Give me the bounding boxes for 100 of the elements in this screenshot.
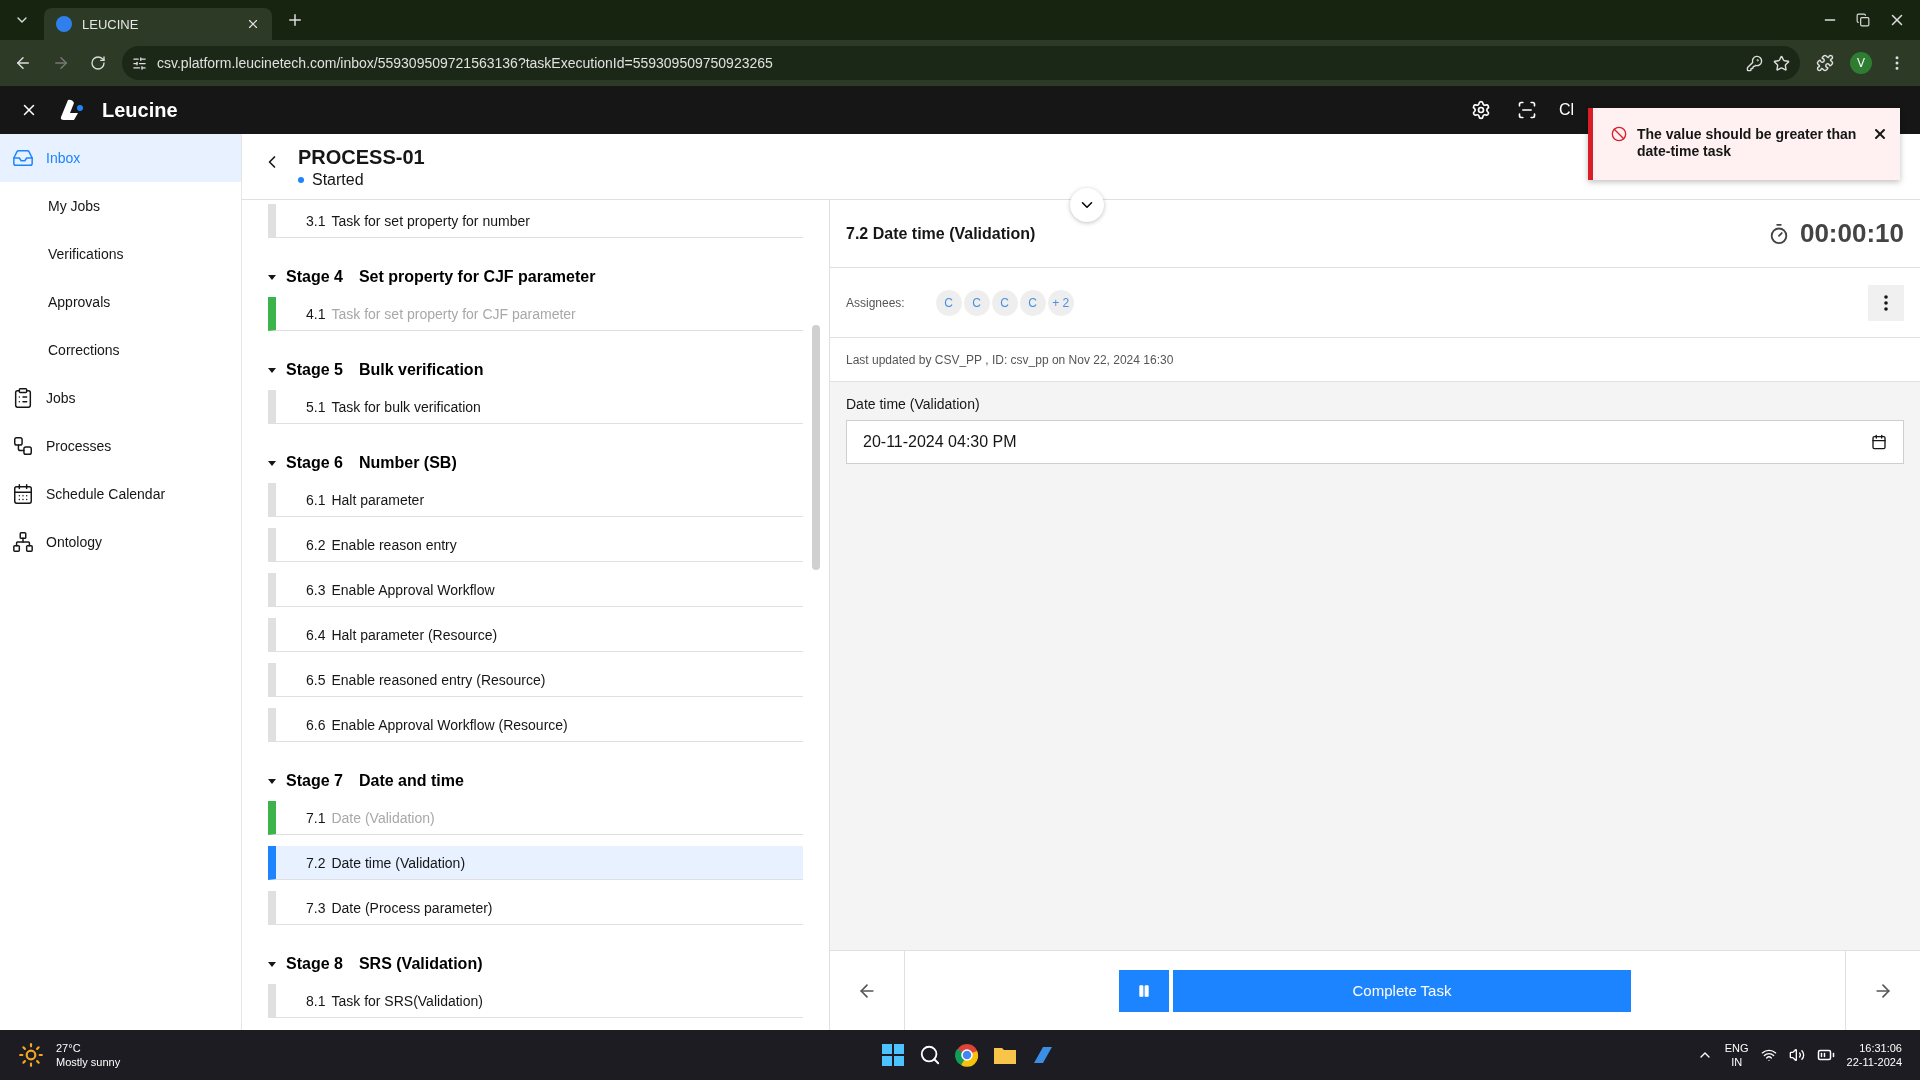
caret-icon[interactable]	[268, 778, 276, 784]
task-name: Halt parameter (Resource)	[331, 626, 498, 643]
timer-text: 00:00:10	[1799, 218, 1904, 249]
sidebar-item[interactable]: Ontology	[0, 518, 241, 566]
browser-tab[interactable]: LEUCINE	[44, 8, 272, 40]
caret-icon[interactable]	[268, 367, 276, 373]
assignees-label: Assignees:	[846, 295, 905, 310]
task-name: Task for set property for number	[331, 212, 530, 229]
nav-link[interactable]: Cl	[1558, 101, 1574, 119]
task-number: 4.1	[306, 305, 326, 322]
sidebar-item[interactable]: My Jobs	[0, 182, 241, 230]
task-title: 7.2 Date time (Validation)	[846, 224, 1037, 243]
language-text[interactable]: ENG	[1724, 1040, 1749, 1055]
task-row[interactable]: 6.4 Halt parameter (Resource)	[268, 618, 804, 652]
sidebar-item[interactable]: Jobs	[0, 374, 241, 422]
close-icon[interactable]	[246, 17, 260, 31]
tab-title: LEUCINE	[82, 16, 140, 32]
scrollbar-thumb[interactable]	[812, 325, 820, 570]
bookmark-star-icon[interactable]	[1773, 54, 1790, 72]
extensions-icon[interactable]	[1816, 54, 1834, 72]
stage-name: Bulk verification	[358, 361, 484, 379]
key-icon[interactable]	[1746, 54, 1763, 72]
field-label: Date time (Validation)	[846, 396, 981, 412]
caret-icon[interactable]	[268, 460, 276, 466]
clipboard-icon	[12, 387, 34, 409]
caret-icon[interactable]	[268, 961, 276, 967]
stage-number: Stage 8	[286, 955, 343, 973]
address-bar[interactable]: csv.platform.leucinetech.com/inbox/559309509721563136?taskExecutionId=559309509750923265	[122, 46, 1800, 80]
task-number: 5.1	[306, 398, 326, 415]
toast-message: The value should be greater than date-time task	[1637, 126, 1858, 160]
task-row[interactable]: 6.3 Enable Approval Workflow	[268, 573, 804, 607]
stage-name: Set property for CJF parameter	[358, 268, 596, 286]
task-number: 6.6	[306, 716, 326, 733]
task-row[interactable]: 6.1 Halt parameter	[268, 483, 804, 517]
back-icon[interactable]	[14, 54, 32, 72]
weather-text: Mostly sunny	[56, 1055, 121, 1070]
process-status: Started	[312, 171, 364, 189]
weather-icon[interactable]	[18, 1042, 44, 1068]
task-name: Task for set property for CJF parameter	[331, 305, 576, 322]
task-number: 8.1	[306, 992, 326, 1009]
task-number: 6.5	[306, 671, 326, 688]
task-name: Halt parameter	[331, 491, 425, 508]
calendar-icon[interactable]	[1871, 434, 1887, 450]
browser-icon[interactable]	[955, 1043, 980, 1067]
task-row[interactable]: 6.6 Enable Approval Workflow (Resource)	[268, 708, 804, 742]
task-number: 3.1	[306, 212, 326, 229]
task-number: 7.3	[306, 899, 326, 916]
stage-number: Stage 7	[286, 772, 343, 790]
task-name: Date time (Validation)	[331, 854, 466, 871]
sidebar-item[interactable]: Schedule Calendar	[0, 470, 241, 518]
task-name: Enable Approval Workflow (Resource)	[331, 716, 568, 733]
settings-icon[interactable]	[1470, 100, 1491, 120]
favicon-icon	[56, 16, 72, 32]
scan-icon[interactable]	[1516, 100, 1537, 120]
region-text[interactable]: IN	[1731, 1055, 1743, 1070]
task-row[interactable]: 7.3 Date (Process parameter)	[268, 891, 804, 925]
task-row[interactable]: 6.5 Enable reasoned entry (Resource)	[268, 663, 804, 697]
clock-time[interactable]: 16:31:06	[1859, 1040, 1902, 1055]
task-row[interactable]: 8.1 Task for SRS(Validation)	[268, 984, 804, 1018]
task-name: Task for bulk verification	[331, 398, 481, 415]
task-name: Enable reason entry	[331, 536, 457, 553]
stage-number: Stage 5	[286, 361, 343, 379]
task-name: Date (Validation)	[331, 809, 435, 826]
logo-icon	[60, 99, 84, 121]
sidebar-item[interactable]: Processes	[0, 422, 241, 470]
clock-date[interactable]: 22-11-2024	[1846, 1055, 1902, 1070]
start-icon[interactable]	[881, 1043, 906, 1067]
calendar-icon	[12, 483, 34, 505]
kebab-icon	[1884, 294, 1888, 311]
task-row[interactable]: 6.2 Enable reason entry	[268, 528, 804, 562]
sidebar-item[interactable]: Verifications	[0, 230, 241, 278]
task-row[interactable]: 7.2 Date time (Validation)	[268, 846, 804, 880]
search-icon[interactable]	[919, 1044, 942, 1066]
complete-task-button[interactable]: Complete Task	[1173, 969, 1631, 1012]
task-name: Task for SRS(Validation)	[331, 992, 483, 1009]
close-icon[interactable]	[1872, 126, 1888, 142]
task-row[interactable]: 4.1 Task for set property for CJF parameter	[268, 297, 804, 331]
brand-name: Leucine	[102, 98, 178, 122]
task-number: 7.1	[306, 809, 326, 826]
new-tab-icon[interactable]	[286, 11, 304, 29]
volume-icon[interactable]	[1788, 1047, 1805, 1063]
reload-icon[interactable]	[90, 55, 106, 71]
task-row[interactable]: 7.1 Date (Validation)	[268, 801, 804, 835]
profile-avatar[interactable]: V	[1850, 52, 1872, 74]
more-options-button[interactable]	[1868, 284, 1904, 321]
pause-button[interactable]	[1119, 969, 1169, 1012]
forward-icon[interactable]	[52, 54, 70, 72]
task-name: Enable Approval Workflow	[331, 581, 495, 598]
error-icon	[1611, 126, 1627, 142]
restore-icon[interactable]	[1856, 13, 1870, 27]
site-settings-icon[interactable]	[132, 55, 147, 71]
sidebar-item[interactable]: Corrections	[0, 326, 241, 374]
caret-icon[interactable]	[268, 274, 276, 280]
wifi-icon[interactable]	[1760, 1047, 1777, 1063]
task-name: Enable reasoned entry (Resource)	[331, 671, 546, 688]
sidebar-item[interactable]: Approvals	[0, 278, 241, 326]
task-row[interactable]: 3.1 Task for set property for number	[268, 204, 804, 238]
date-time-field[interactable]: 20-11-2024 04:30 PM	[846, 420, 1904, 464]
temperature-text: 27°C	[56, 1040, 81, 1055]
task-row[interactable]: 5.1 Task for bulk verification	[268, 390, 804, 424]
